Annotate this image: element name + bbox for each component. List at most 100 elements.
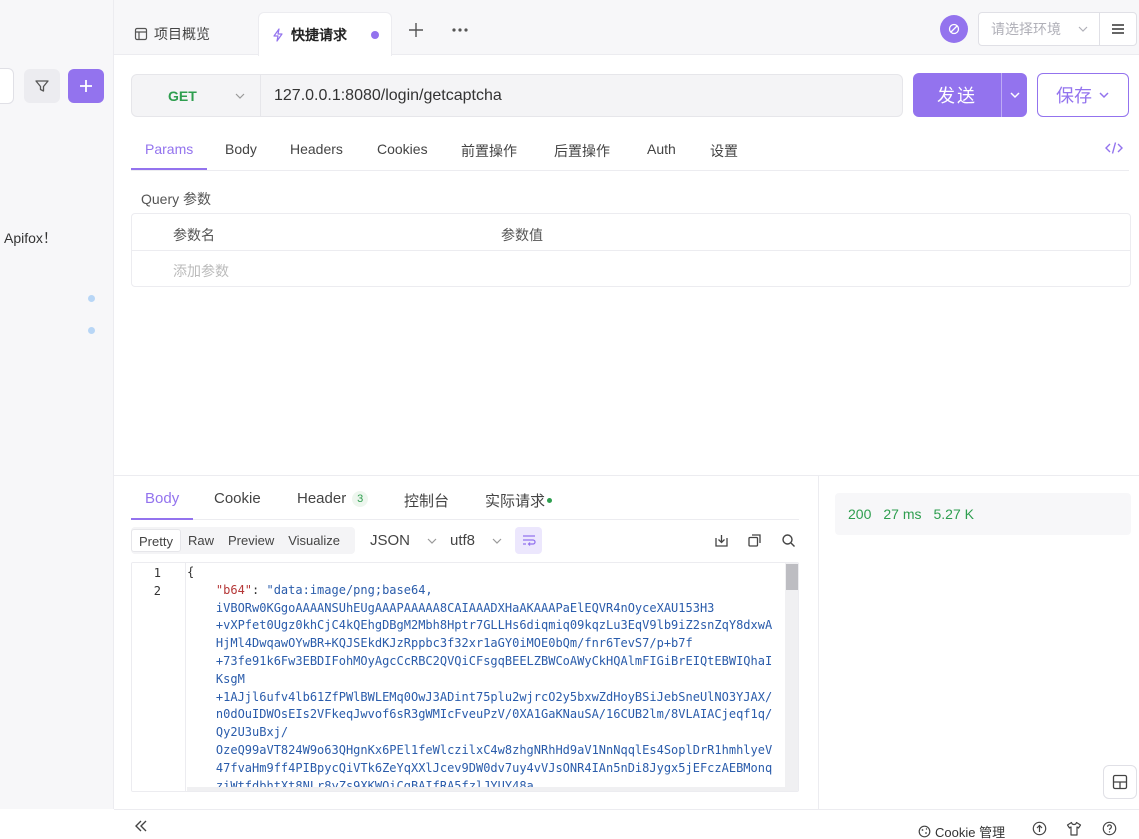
save-button[interactable]: 保存 <box>1037 73 1129 117</box>
tab-headers[interactable]: Headers <box>290 141 343 157</box>
filter-icon <box>35 80 49 92</box>
resp-tab-cookie-label: Cookie <box>214 490 261 507</box>
new-tab-button[interactable] <box>406 20 426 40</box>
response-stats: 200 27 ms 5.27 K <box>835 493 1131 535</box>
url-text: 127.0.0.1:8080/login/getcaptcha <box>274 86 502 104</box>
horizontal-scrollbar[interactable] <box>187 787 785 791</box>
welcome-text: Apifox！ <box>4 230 57 246</box>
code-line: 47fvaHm9ff4PIBpycQiVTk6ZeYqXXlJcev9DW0dv… <box>187 760 773 775</box>
download-button[interactable] <box>713 532 729 548</box>
unsaved-dot <box>371 31 379 39</box>
code-line: iVBORw0KGgoAAAANSUhEUgAAAPAAAAA8CAIAAADX… <box>187 600 715 615</box>
resp-tab-cookie[interactable]: Cookie <box>214 490 261 507</box>
tab-quick-request[interactable]: 快捷请求 <box>258 12 392 56</box>
chevron-down-icon <box>492 538 502 544</box>
format-preview[interactable]: Preview <box>221 529 281 552</box>
encoding-select[interactable]: utf8 <box>450 532 503 549</box>
send-button[interactable]: 发送 <box>913 73 1027 117</box>
add-param-row[interactable]: 添加参数 <box>132 251 1130 287</box>
cookie-icon <box>918 825 931 838</box>
code-icon <box>1105 142 1123 154</box>
upload-icon <box>1032 821 1046 835</box>
tab-body[interactable]: Body <box>225 141 257 157</box>
environment-placeholder: 请选择环境 <box>991 21 1061 37</box>
plus-icon <box>80 80 92 92</box>
shirt-icon <box>1066 821 1082 836</box>
resp-tab-body-label: Body <box>145 490 180 507</box>
sync-icon <box>948 23 960 35</box>
code-line: Qy2U3uBxj/ <box>187 725 289 740</box>
left-sidebar: Apifox！ <box>0 0 114 809</box>
cookie-manager-button[interactable]: Cookie 管理 <box>918 822 1005 839</box>
resp-tab-actual-request[interactable]: 实际请求 <box>485 490 553 511</box>
code-content: { "b64": "data:image/png;base64, iVBORw0… <box>187 563 784 791</box>
copy-button[interactable] <box>746 532 762 548</box>
language-select[interactable]: JSON <box>370 532 438 549</box>
tab-params[interactable]: Params <box>145 141 193 157</box>
code-line: +1AJjl6ufv4lb61ZfPWlBWLEMq0OwJ3ADint75pl… <box>187 689 773 704</box>
vertical-scrollbar[interactable] <box>785 563 798 791</box>
double-chevron-left-icon <box>135 820 147 832</box>
collapse-sidebar-button[interactable] <box>134 819 148 835</box>
upload-button[interactable] <box>1031 820 1047 836</box>
active-resp-tab-indicator <box>131 518 193 520</box>
sidebar-search-input[interactable] <box>0 68 14 104</box>
save-label: 保存 <box>1056 86 1092 106</box>
menu-button[interactable] <box>1099 12 1137 46</box>
format-pretty[interactable]: Pretty <box>131 529 181 552</box>
search-button[interactable] <box>780 532 796 548</box>
send-options-button[interactable] <box>1002 89 1027 101</box>
status-bar: Cookie 管理 <box>114 809 1139 839</box>
filter-button[interactable] <box>24 69 60 103</box>
lightning-icon <box>273 27 283 42</box>
tab-cookies[interactable]: Cookies <box>377 141 428 157</box>
tab-auth[interactable]: Auth <box>647 141 676 157</box>
tab-project-overview[interactable]: 项目概览 <box>134 12 210 55</box>
code-line: +vXPfet0Ugz0khCjC4kQEhgDBgM2Mbh8Hptr7GLL… <box>187 618 773 633</box>
tab-post-processors[interactable]: 后置操作 <box>554 141 610 161</box>
theme-button[interactable] <box>1066 820 1082 836</box>
url-input[interactable]: 127.0.0.1:8080/login/getcaptcha <box>261 74 903 117</box>
overview-icon <box>134 27 148 40</box>
add-button[interactable] <box>68 69 104 103</box>
code-line: HjMl4DwqawOYwBR+KQJSEkdKJzRppbc3f32xr1aG… <box>187 636 693 651</box>
resp-tab-header-label: Header <box>297 490 347 507</box>
format-visualize[interactable]: Visualize <box>281 529 347 552</box>
word-wrap-toggle[interactable] <box>515 527 542 554</box>
env-sync-button[interactable] <box>940 15 968 43</box>
cookie-manager-label: Cookie 管理 <box>935 825 1006 839</box>
line-number: 2 <box>153 584 161 598</box>
line-gutter: 1 2 <box>132 563 186 791</box>
resp-tab-body[interactable]: Body <box>145 490 179 507</box>
format-raw[interactable]: Raw <box>181 529 221 552</box>
add-param-placeholder: 添加参数 <box>173 263 229 279</box>
hamburger-icon <box>1112 24 1124 34</box>
resp-tab-actual-label: 实际请求 <box>485 493 546 510</box>
resp-tab-console-label: 控制台 <box>404 493 450 510</box>
response-code-editor[interactable]: 1 2 { "b64": "data:image/png;base64, iVB… <box>131 562 799 792</box>
tab-pre-processors[interactable]: 前置操作 <box>461 141 517 161</box>
code-snippet-button[interactable] <box>1105 141 1123 158</box>
tab-overview-label: 项目概览 <box>154 25 210 42</box>
method-select[interactable]: GET <box>131 74 261 117</box>
layout-icon <box>1112 774 1128 790</box>
decor-dot <box>88 327 95 334</box>
layout-toggle-button[interactable] <box>1103 765 1137 799</box>
scrollbar-thumb[interactable] <box>786 564 798 590</box>
wrap-icon <box>522 534 536 546</box>
status-code: 200 <box>848 506 872 522</box>
help-button[interactable] <box>1101 820 1117 836</box>
response-tabs: Body Cookie Header 3 控制台 实际请求 <box>131 478 799 520</box>
code-line: { <box>187 565 195 579</box>
resp-tab-header[interactable]: Header 3 <box>297 490 369 507</box>
code-line: +73fe91k6Fw3EBDIFohMOyAgcCcRBC2QVQiCFsgq… <box>187 654 773 668</box>
tab-settings[interactable]: 设置 <box>710 141 738 161</box>
language-value: JSON <box>370 532 411 549</box>
header-count-badge: 3 <box>352 490 369 507</box>
environment-select[interactable]: 请选择环境 <box>978 12 1100 46</box>
code-line: OzeQ99aVT824W9o63QHgnKx6PEl1feWlczilxC4w… <box>187 743 773 757</box>
resp-tab-console[interactable]: 控制台 <box>404 490 449 511</box>
line-number: 1 <box>153 566 161 580</box>
copy-icon <box>747 533 761 547</box>
more-tabs-button[interactable] <box>450 20 470 40</box>
